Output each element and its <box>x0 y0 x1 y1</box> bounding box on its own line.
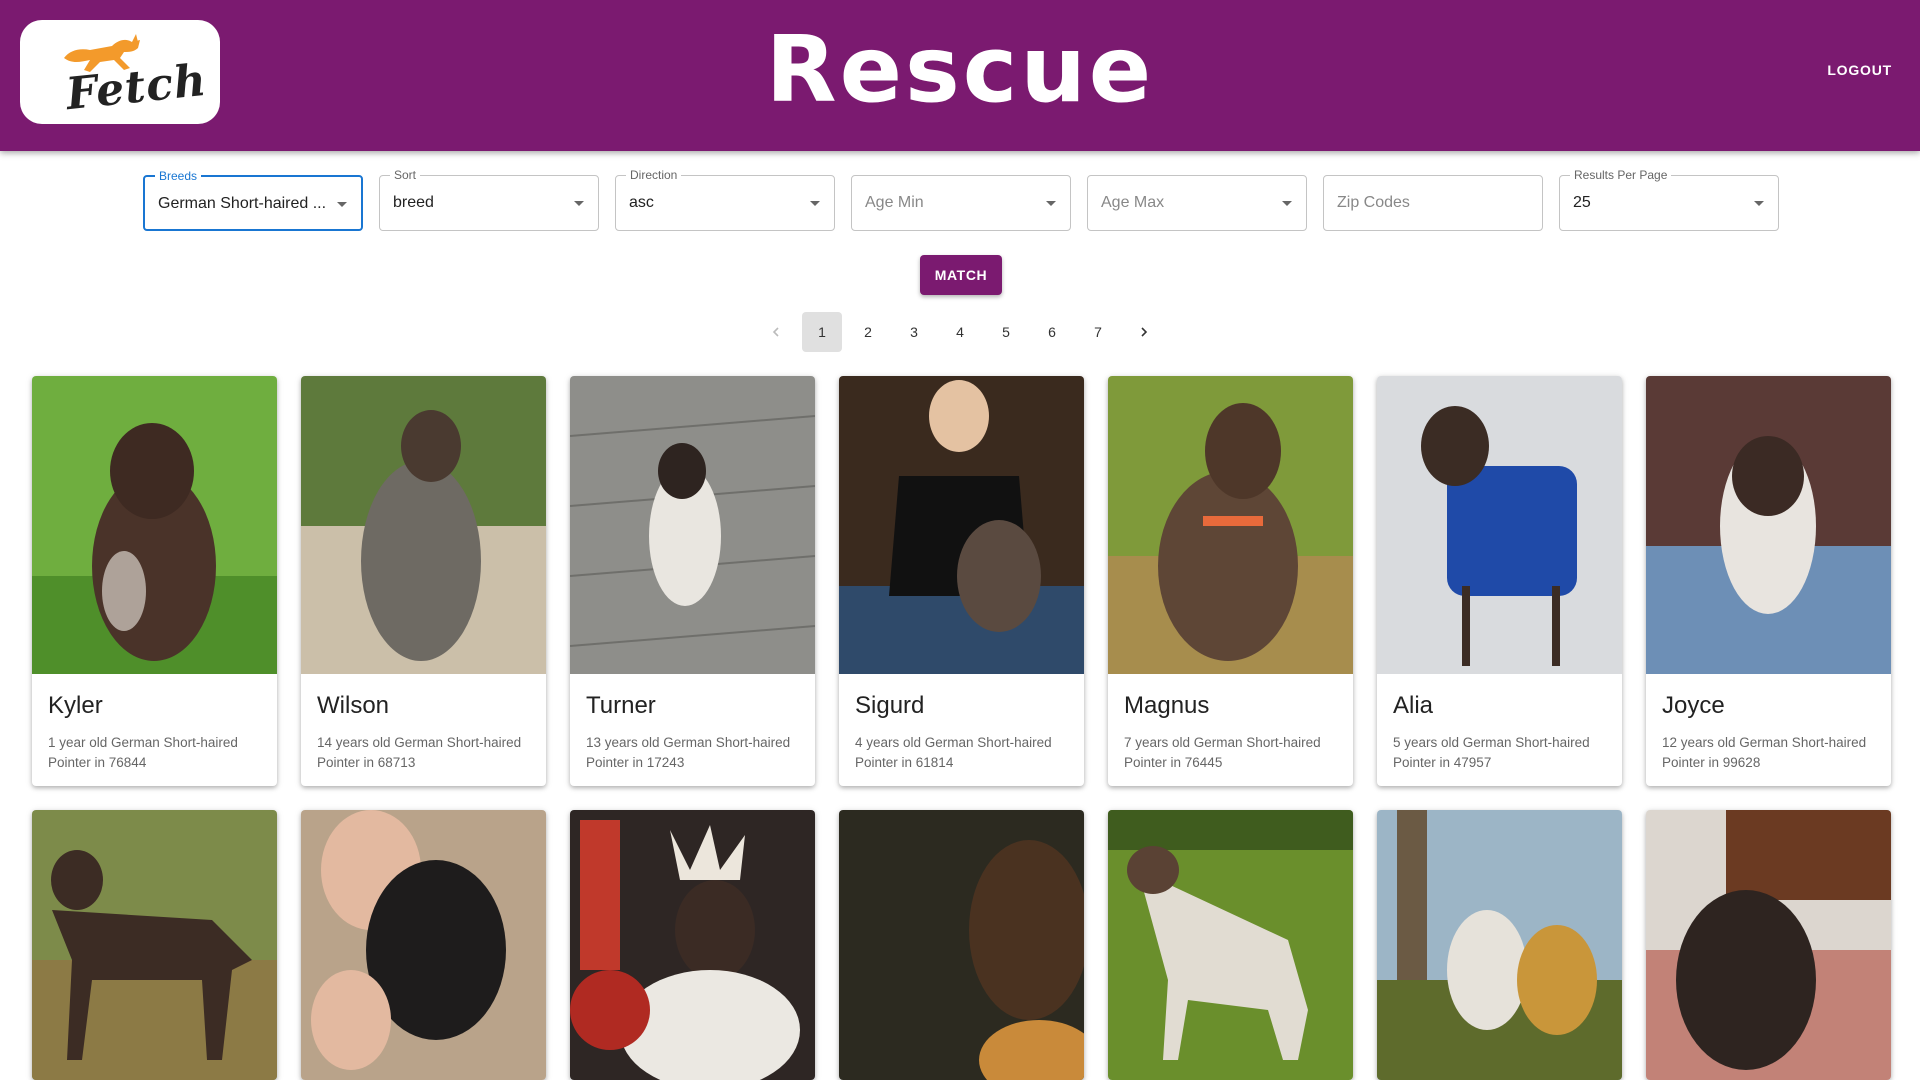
dog-photo <box>32 810 277 1080</box>
chevron-right-icon[interactable] <box>1124 312 1164 352</box>
age-min-placeholder: Age Min <box>865 194 924 211</box>
dog-description: 1 year old German Short-haired Pointer i… <box>48 735 238 770</box>
dog-card[interactable] <box>1108 810 1353 1080</box>
breeds-select[interactable]: Breeds German Short-haired ... <box>143 169 363 231</box>
dog-description: 12 years old German Short-haired Pointer… <box>1662 735 1867 770</box>
page-button-2[interactable]: 2 <box>848 312 888 352</box>
dog-card[interactable] <box>301 810 546 1080</box>
dog-card[interactable] <box>839 810 1084 1080</box>
zip-codes-placeholder: Zip Codes <box>1337 194 1410 211</box>
direction-label: Direction <box>626 168 682 182</box>
dog-card[interactable] <box>32 810 277 1080</box>
sort-value: breed <box>393 194 434 211</box>
app-header: Fetch Rescue LOGOUT <box>0 0 1920 151</box>
caret-down-icon <box>1046 201 1056 206</box>
page-button-1[interactable]: 1 <box>802 312 842 352</box>
dog-photo <box>1646 376 1891 674</box>
caret-down-icon <box>574 201 584 206</box>
dog-name: Wilson <box>317 692 390 719</box>
age-max-select[interactable]: Age Max <box>1087 175 1307 231</box>
dog-description: 5 years old German Short-haired Pointer … <box>1393 735 1590 770</box>
direction-value: asc <box>629 194 654 211</box>
sort-label: Sort <box>390 168 421 182</box>
breeds-label: Breeds <box>155 169 202 183</box>
dog-card[interactable]: Joyce 12 years old German Short-haired P… <box>1646 376 1891 786</box>
direction-select[interactable]: Direction asc <box>615 168 835 231</box>
dog-card[interactable]: Sigurd 4 years old German Short-haired P… <box>839 376 1084 786</box>
dog-photo <box>1377 810 1622 1080</box>
dog-photo <box>1646 810 1891 1080</box>
page-button-7[interactable]: 7 <box>1078 312 1118 352</box>
logout-button[interactable]: LOGOUT <box>1827 62 1892 78</box>
caret-down-icon <box>1282 201 1292 206</box>
dog-photo <box>1108 376 1353 674</box>
dog-card[interactable]: Alia 5 years old German Short-haired Poi… <box>1377 376 1622 786</box>
results-per-page-value: 25 <box>1573 194 1591 211</box>
dog-description: 4 years old German Short-haired Pointer … <box>855 735 1052 770</box>
page-button-3[interactable]: 3 <box>894 312 934 352</box>
dog-photo <box>1377 376 1622 674</box>
age-min-select[interactable]: Age Min <box>851 175 1071 231</box>
dog-photo <box>570 376 815 674</box>
dog-card[interactable]: Turner 13 years old German Short-haired … <box>570 376 815 786</box>
dog-description: 13 years old German Short-haired Pointer… <box>586 735 791 770</box>
page-title: Rescue <box>765 16 1155 123</box>
dog-card[interactable] <box>1646 810 1891 1080</box>
dog-photo <box>301 810 546 1080</box>
dog-card[interactable] <box>1377 810 1622 1080</box>
caret-down-icon <box>337 202 347 207</box>
dog-photo <box>570 810 815 1080</box>
page-button-4[interactable]: 4 <box>940 312 980 352</box>
dog-description: 7 years old German Short-haired Pointer … <box>1124 735 1321 770</box>
dog-name: Kyler <box>48 692 103 719</box>
dog-photo <box>839 376 1084 674</box>
pagination: 1 2 3 4 5 6 7 <box>756 312 1164 352</box>
zip-codes-input[interactable]: Zip Codes <box>1323 175 1543 231</box>
dog-photo <box>839 810 1084 1080</box>
dog-card[interactable]: Kyler 1 year old German Short-haired Poi… <box>32 376 277 786</box>
page-button-6[interactable]: 6 <box>1032 312 1072 352</box>
dog-card[interactable]: Magnus 7 years old German Short-haired P… <box>1108 376 1353 786</box>
page-button-5[interactable]: 5 <box>986 312 1026 352</box>
match-button[interactable]: MATCH <box>920 255 1002 295</box>
caret-down-icon <box>1754 201 1764 206</box>
age-max-placeholder: Age Max <box>1101 194 1165 211</box>
sort-select[interactable]: Sort breed <box>379 168 599 231</box>
breeds-value: German Short-haired ... <box>158 195 327 212</box>
dog-name: Sigurd <box>855 692 925 719</box>
dog-card[interactable]: Wilson 14 years old German Short-haired … <box>301 376 546 786</box>
dog-description: 14 years old German Short-haired Pointer… <box>317 735 522 770</box>
dog-name: Joyce <box>1662 692 1725 719</box>
dog-photo <box>301 376 546 674</box>
dog-name: Turner <box>586 692 656 719</box>
chevron-left-icon[interactable] <box>756 312 796 352</box>
dog-name: Magnus <box>1124 692 1210 719</box>
dog-photo <box>1108 810 1353 1080</box>
caret-down-icon <box>810 201 820 206</box>
dog-photo <box>32 376 277 674</box>
dog-name: Alia <box>1393 692 1434 719</box>
results-per-page-label: Results Per Page <box>1570 168 1672 182</box>
dog-card[interactable] <box>570 810 815 1080</box>
results-per-page-select[interactable]: Results Per Page 25 <box>1559 168 1779 231</box>
